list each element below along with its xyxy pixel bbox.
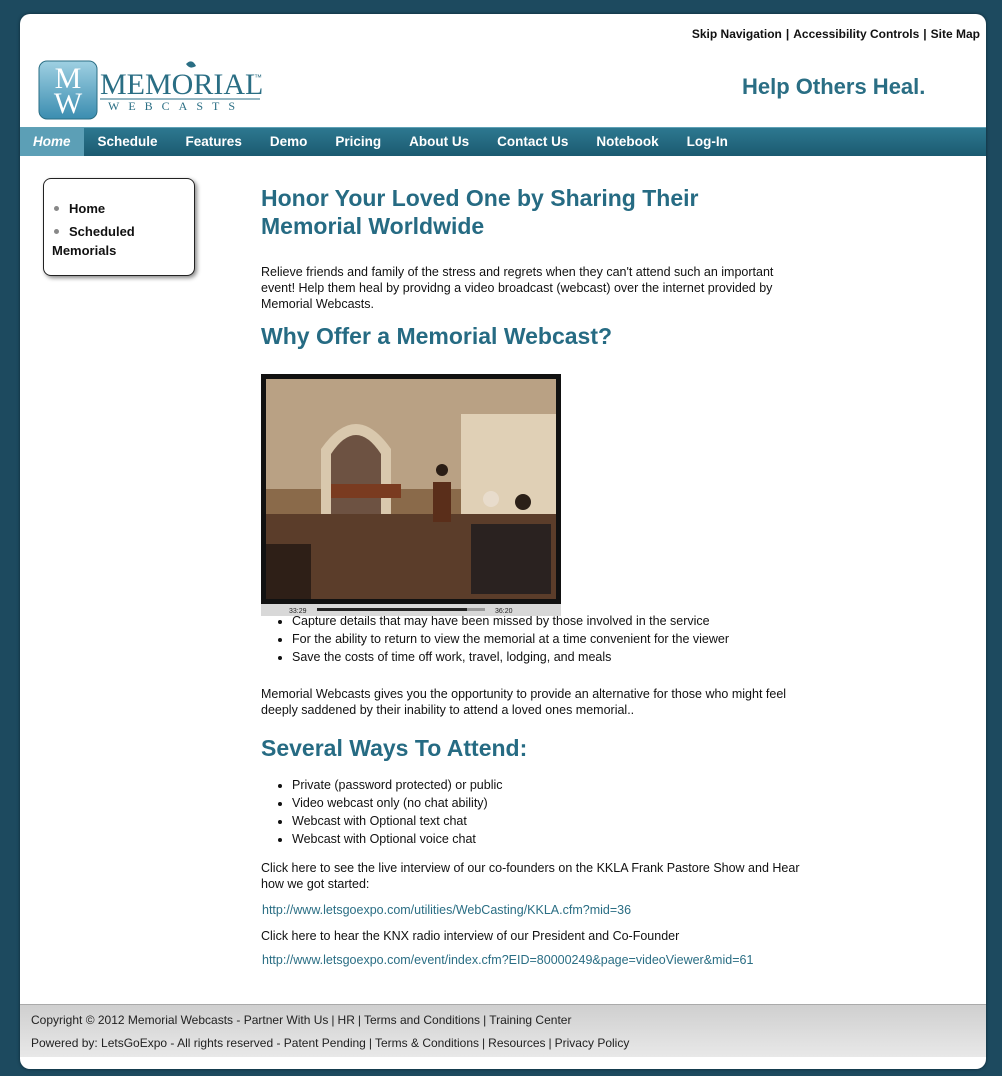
svg-text:WEBCASTS: WEBCASTS [108, 99, 244, 113]
separator: | [357, 1013, 361, 1027]
nav-log-in[interactable]: Log-In [673, 128, 742, 156]
rights-text: - All rights reserved - Patent Pending [167, 1036, 366, 1050]
kkla-interview-link[interactable]: http://www.letsgoexpo.com/utilities/WebC… [262, 903, 631, 917]
separator: | [548, 1036, 552, 1050]
logo-mark-icon: M W MEMORIAL ™ WEBCASTS [38, 60, 263, 120]
footer: Copyright © 2012 Memorial Webcasts - Par… [20, 1004, 986, 1057]
nav-schedule[interactable]: Schedule [84, 128, 172, 156]
nav-features[interactable]: Features [172, 128, 256, 156]
sidebar-item-label: Scheduled Memorials [52, 224, 135, 258]
hr-link[interactable]: HR [338, 1013, 355, 1027]
accessibility-controls-link[interactable]: Accessibility Controls [793, 27, 919, 41]
memorial-webcasts-logo[interactable]: M W MEMORIAL ™ WEBCASTS [38, 58, 278, 124]
kkla-interview-text: Click here to see the live interview of … [261, 861, 800, 891]
nav-home[interactable]: Home [20, 128, 84, 156]
svg-text:™: ™ [254, 73, 262, 82]
resources-link[interactable]: Resources [488, 1036, 545, 1050]
video-total-time: 36:20 [495, 608, 513, 615]
sidebar-item-label: Home [69, 201, 106, 216]
knx-interview-text: Click here to hear the KNX radio intervi… [261, 929, 680, 943]
svg-text:MEMORIAL: MEMORIAL [100, 68, 263, 101]
privacy-policy-link[interactable]: Privacy Policy [555, 1036, 630, 1050]
list-item: Private (password protected) or public [292, 776, 801, 794]
section-heading-why: Why Offer a Memorial Webcast? [261, 323, 613, 349]
list-item: Video webcast only (no chat ability) [292, 794, 801, 812]
separator: | [923, 27, 927, 41]
intro-paragraph: Relieve friends and family of the stress… [261, 265, 774, 311]
video-frame-icon: 33:29 36:20 [261, 374, 561, 616]
nav-notebook[interactable]: Notebook [582, 128, 672, 156]
list-item: Webcast with Optional text chat [292, 812, 801, 830]
separator: | [482, 1036, 486, 1050]
benefits-list: Capture details that may have been misse… [261, 612, 801, 666]
terms-link[interactable]: Terms & Conditions [375, 1036, 479, 1050]
video-player[interactable]: 33:29 36:20 [261, 374, 561, 616]
footer-line-1: Copyright © 2012 Memorial Webcasts - Par… [31, 1013, 571, 1027]
video-elapsed-time: 33:29 [289, 608, 307, 615]
list-item: Webcast with Optional voice chat [292, 830, 801, 848]
main-navigation: Home Schedule Features Demo Pricing Abou… [20, 127, 986, 156]
footer-line-2: Powered by: LetsGoExpo - All rights rese… [31, 1036, 629, 1050]
tagline: Help Others Heal. [742, 74, 926, 99]
partner-with-us-link[interactable]: Partner With Us [244, 1013, 329, 1027]
page-frame: Skip Navigation | Accessibility Controls | S… [20, 14, 986, 1069]
sidebar-item-home[interactable]: Home [52, 199, 194, 218]
nav-about-us[interactable]: About Us [395, 128, 483, 156]
attend-options-list: Private (password protected) or public V… [261, 776, 801, 848]
separator: - [233, 1013, 244, 1027]
sidebar-menu: Home Scheduled Memorials [43, 178, 195, 276]
bullet-icon [54, 206, 59, 212]
svg-text:W: W [54, 87, 83, 120]
list-item: Save the costs of time off work, travel,… [292, 648, 801, 666]
section-heading-ways: Several Ways To Attend: [261, 735, 528, 761]
site-map-link[interactable]: Site Map [931, 27, 980, 41]
main-content: Honor Your Loved One by Sharing Their Me… [261, 184, 801, 968]
separator: | [483, 1013, 487, 1027]
sidebar-item-scheduled-memorials[interactable]: Scheduled Memorials [52, 222, 194, 260]
skip-navigation-link[interactable]: Skip Navigation [692, 27, 782, 41]
separator: | [331, 1013, 335, 1027]
copyright-text: Copyright © 2012 Memorial Webcasts [31, 1013, 234, 1027]
page-title: Honor Your Loved One by Sharing Their Me… [261, 185, 699, 239]
utility-links: Skip Navigation | Accessibility Controls | S… [692, 27, 980, 41]
knx-interview-link[interactable]: http://www.letsgoexpo.com/event/index.cf… [262, 953, 753, 967]
bullet-icon [54, 229, 59, 235]
alternative-paragraph: Memorial Webcasts gives you the opportun… [261, 687, 787, 717]
powered-by-link[interactable]: Powered by: LetsGoExpo [31, 1036, 167, 1050]
list-item: For the ability to return to view the me… [292, 630, 801, 648]
training-center-link[interactable]: Training Center [489, 1013, 571, 1027]
nav-contact-us[interactable]: Contact Us [483, 128, 582, 156]
separator: | [785, 27, 790, 41]
nav-pricing[interactable]: Pricing [321, 128, 395, 156]
terms-conditions-link[interactable]: Terms and Conditions [364, 1013, 480, 1027]
nav-demo[interactable]: Demo [256, 128, 322, 156]
separator: | [368, 1036, 372, 1050]
